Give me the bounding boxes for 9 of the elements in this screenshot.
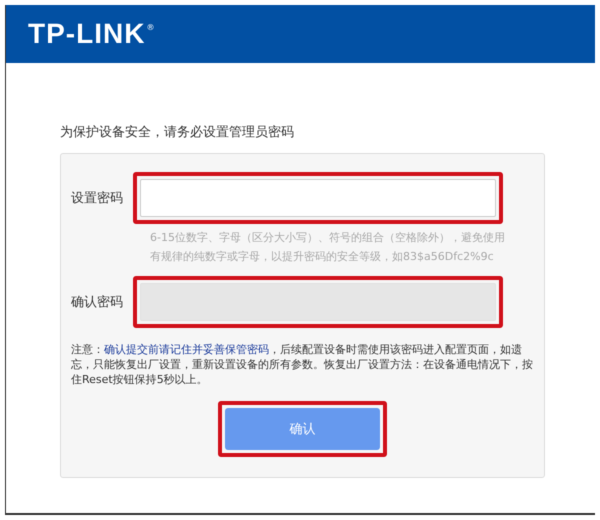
notice-text: 注意：确认提交前请记住并妥善保管密码，后续配置设备时需使用该密码进入配置页面，如遗忘，只能恢复出厂设置，重新设置设备的所有参数。恢复出厂设置方法：在设备通电情况下，按住Reset按钮保持5秒以上。 bbox=[71, 342, 534, 387]
password-field[interactable] bbox=[140, 179, 496, 217]
logo: TP-LINK bbox=[28, 18, 146, 50]
password-hint: 6-15位数字、字母（区分大小写）、符号的组合（空格除外），避免使用有规律的纯数字或字母，以提升密码的安全等级，如83$a56Dfc2%9c bbox=[150, 230, 506, 265]
field-label: 确认密码 bbox=[71, 294, 124, 311]
field-label: 设置密码 bbox=[71, 190, 124, 207]
registered-mark: ® bbox=[146, 22, 154, 32]
page-title: 为保护设备安全，请务必设置管理员密码 bbox=[60, 124, 295, 141]
confirm-button[interactable]: 确认 bbox=[225, 408, 380, 450]
